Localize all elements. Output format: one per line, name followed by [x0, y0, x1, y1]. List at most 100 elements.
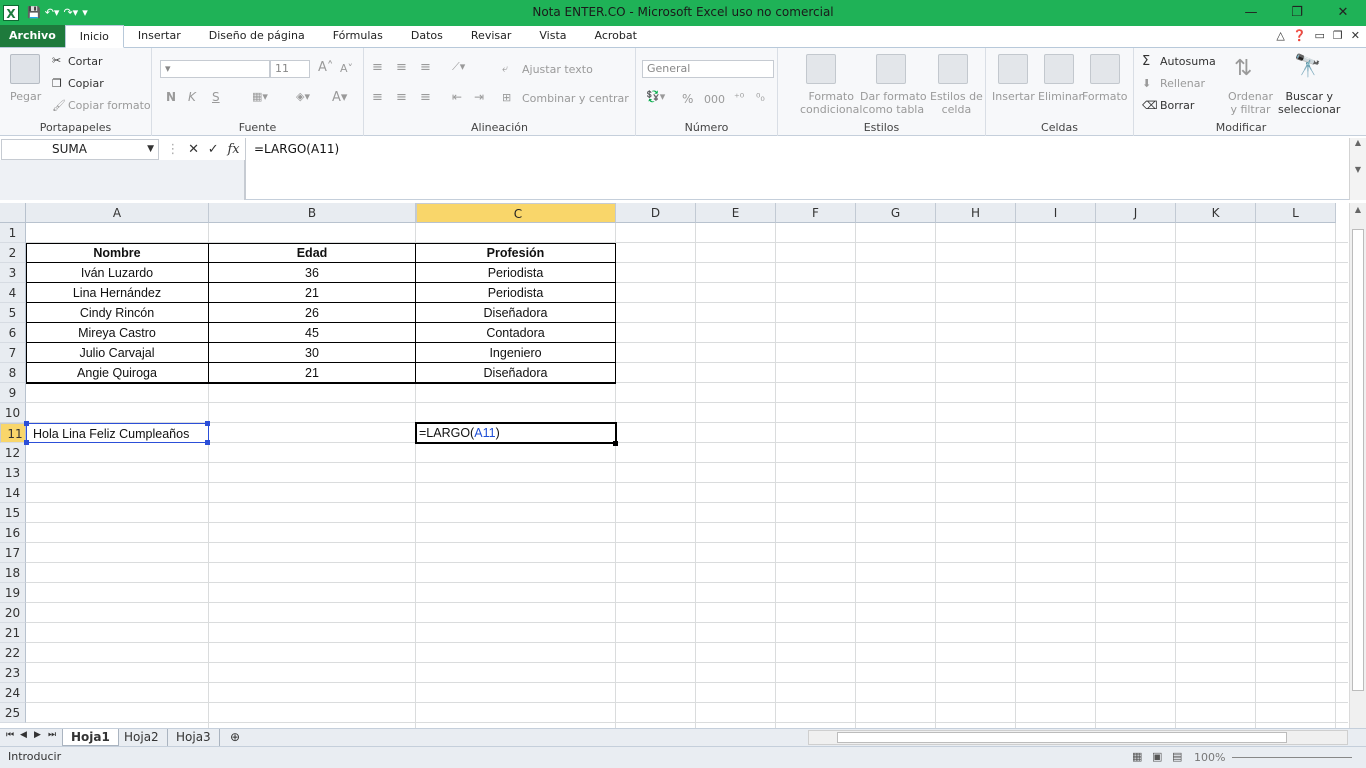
paste-button[interactable]: Pegar [10, 90, 41, 103]
align-middle-icon[interactable]: ≡ [396, 60, 407, 75]
cell-c4[interactable]: Periodista [416, 283, 616, 303]
row-header-24[interactable]: 24 [0, 683, 26, 703]
formula-input[interactable]: =LARGO(A11) [245, 138, 1349, 200]
cell-c11-editing[interactable]: =LARGO(A11) [415, 422, 617, 444]
find-select-button[interactable]: Buscar y seleccionar [1278, 90, 1340, 116]
borders-icon[interactable]: ▦▾ [252, 90, 268, 103]
cell-a7[interactable]: Julio Carvajal [26, 343, 209, 363]
restore-button[interactable]: ❐ [1274, 0, 1320, 26]
column-header-a[interactable]: A [26, 203, 209, 223]
formula-bar-scroll[interactable]: ▲ ▼ [1349, 138, 1366, 200]
scroll-up-icon[interactable]: ▲ [1350, 205, 1366, 214]
cell-c3[interactable]: Periodista [416, 263, 616, 283]
row-header-8[interactable]: 8 [0, 363, 26, 383]
column-header-c[interactable]: C [416, 203, 616, 223]
last-sheet-icon[interactable]: ⏭ [48, 730, 56, 740]
row-header-10[interactable]: 10 [0, 403, 26, 423]
column-header-h[interactable]: H [936, 203, 1016, 223]
excel-app-icon[interactable]: X [3, 5, 19, 21]
cell-b3[interactable]: 36 [209, 263, 416, 283]
horizontal-scrollbar[interactable] [808, 730, 1348, 745]
column-header-i[interactable]: I [1016, 203, 1096, 223]
shrink-font-icon[interactable]: A˅ [340, 62, 353, 75]
row-header-16[interactable]: 16 [0, 523, 26, 543]
undo-icon[interactable]: ↶▾ [45, 5, 60, 21]
orientation-icon[interactable]: ⟋▾ [452, 60, 465, 74]
increase-decimal-icon[interactable]: ⁺⁰ [734, 91, 744, 104]
number-format-select[interactable]: General [642, 60, 774, 78]
tab-datos[interactable]: Datos [397, 25, 457, 47]
row-header-22[interactable]: 22 [0, 643, 26, 663]
column-header-d[interactable]: D [616, 203, 696, 223]
decrease-indent-icon[interactable]: ⇤ [452, 90, 462, 104]
format-painter-button[interactable]: Copiar formato [68, 99, 151, 112]
row-header-25[interactable]: 25 [0, 703, 26, 723]
cell-b5[interactable]: 26 [209, 303, 416, 323]
row-header-6[interactable]: 6 [0, 323, 26, 343]
column-header-g[interactable]: G [856, 203, 936, 223]
column-header-b[interactable]: B [209, 203, 416, 223]
zoom-slider[interactable] [1232, 757, 1352, 758]
row-header-23[interactable]: 23 [0, 663, 26, 683]
view-page-layout-icon[interactable]: ▣ [1152, 750, 1162, 763]
increase-indent-icon[interactable]: ⇥ [474, 90, 484, 104]
row-header-15[interactable]: 15 [0, 503, 26, 523]
cell-c8[interactable]: Diseñadora [416, 363, 616, 383]
ref-handle[interactable] [205, 440, 210, 445]
row-header-13[interactable]: 13 [0, 463, 26, 483]
name-box[interactable]: SUMA ▼ [1, 139, 159, 160]
cut-button[interactable]: Cortar [68, 55, 103, 68]
align-left-icon[interactable]: ≡ [372, 90, 383, 105]
save-icon[interactable]: 💾 [27, 5, 41, 21]
zoom-level[interactable]: 100% [1194, 751, 1225, 764]
horizontal-scroll-thumb[interactable] [837, 732, 1287, 743]
cell-c2[interactable]: Profesión [416, 243, 616, 263]
cell-b8[interactable]: 21 [209, 363, 416, 383]
tab-formulas[interactable]: Fórmulas [319, 25, 397, 47]
row-header-14[interactable]: 14 [0, 483, 26, 503]
sheet-tab-hoja2[interactable]: Hoja2 [116, 729, 168, 746]
copy-button[interactable]: Copiar [68, 77, 104, 90]
workbook-restore-icon[interactable]: ❐ [1333, 29, 1343, 42]
vertical-scrollbar[interactable]: ▲ [1349, 203, 1366, 728]
sort-filter-button[interactable]: Ordenar y filtrar [1228, 90, 1273, 116]
fill-handle[interactable] [613, 441, 618, 446]
view-page-break-icon[interactable]: ▤ [1172, 750, 1182, 763]
bold-button[interactable]: N [166, 90, 176, 104]
align-top-icon[interactable]: ≡ [372, 60, 383, 75]
cell-b4[interactable]: 21 [209, 283, 416, 303]
decrease-decimal-icon[interactable]: ⁰₀ [756, 91, 765, 104]
currency-icon[interactable]: 💱▾ [646, 90, 665, 103]
row-header-2[interactable]: 2 [0, 243, 26, 263]
insert-cells-button[interactable]: Insertar [992, 90, 1035, 103]
row-header-3[interactable]: 3 [0, 263, 26, 283]
cell-a8[interactable]: Angie Quiroga [26, 363, 209, 383]
minimize-button[interactable]: — [1228, 0, 1274, 26]
font-size-select[interactable]: 11 [270, 60, 310, 78]
cell-c6[interactable]: Contadora [416, 323, 616, 343]
cell-styles-button[interactable]: Estilos de celda [930, 90, 983, 116]
column-header-f[interactable]: F [776, 203, 856, 223]
ref-handle[interactable] [24, 421, 29, 426]
format-cells-button[interactable]: Formato [1082, 90, 1128, 103]
cell-c5[interactable]: Diseñadora [416, 303, 616, 323]
row-header-18[interactable]: 18 [0, 563, 26, 583]
tab-acrobat[interactable]: Acrobat [581, 25, 651, 47]
next-sheet-icon[interactable]: ▶ [34, 730, 41, 740]
cell-b6[interactable]: 45 [209, 323, 416, 343]
row-header-1[interactable]: 1 [0, 223, 26, 243]
column-header-l[interactable]: L [1256, 203, 1336, 223]
tab-diseno-pagina[interactable]: Diseño de página [195, 25, 319, 47]
format-as-table-button[interactable]: Dar formato como tabla [860, 90, 927, 116]
row-header-17[interactable]: 17 [0, 543, 26, 563]
align-right-icon[interactable]: ≡ [420, 90, 431, 105]
row-header-11[interactable]: 11 [0, 423, 26, 443]
cell-a11[interactable]: Hola Lina Feliz Cumpleaños [26, 423, 209, 443]
first-sheet-icon[interactable]: ⏮ [6, 730, 14, 740]
italic-button[interactable]: K [188, 90, 196, 104]
percent-button[interactable]: % [682, 92, 693, 106]
conditional-format-button[interactable]: Formato condicional [800, 90, 862, 116]
grow-font-icon[interactable]: A˄ [318, 60, 333, 75]
confirm-entry-button[interactable]: ✓ [208, 142, 219, 157]
tab-revisar[interactable]: Revisar [457, 25, 525, 47]
